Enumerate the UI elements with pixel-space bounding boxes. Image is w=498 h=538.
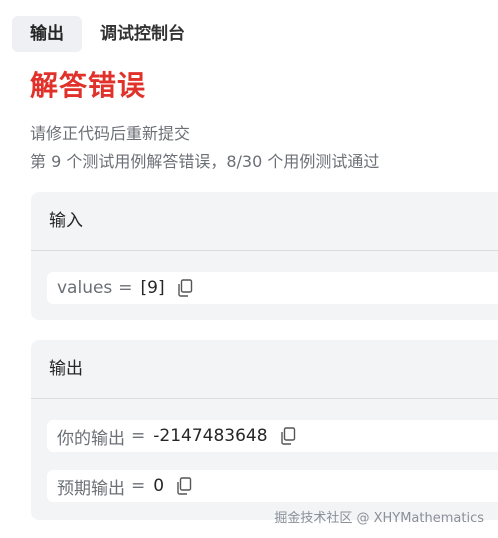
equals-sign: = <box>118 278 133 298</box>
result-status-title: 解答错误 <box>30 69 147 102</box>
field-value: 0 <box>153 476 165 496</box>
equals-sign: = <box>131 426 146 446</box>
result-tabs: 输出 调试控制台 <box>12 16 197 52</box>
your-output-field: 你的输出 = -2147483648 <box>47 420 498 452</box>
copy-icon[interactable] <box>176 477 192 495</box>
field-label: values <box>57 278 113 298</box>
copy-icon[interactable] <box>280 427 296 445</box>
input-field-values: values = [9] <box>47 272 498 304</box>
input-panel-header: 输入 <box>31 192 498 251</box>
testcase-summary: 第 9 个测试用例解答错误，8/30 个用例测试通过 <box>30 152 380 171</box>
field-label: 预期输出 <box>57 478 125 499</box>
tab-debug-console[interactable]: 调试控制台 <box>88 16 197 52</box>
equals-sign: = <box>131 476 146 496</box>
input-panel: 输入 values = [9] <box>31 192 498 320</box>
output-panel-header: 输出 <box>31 340 498 399</box>
expected-output-field: 预期输出 = 0 <box>47 470 498 502</box>
field-value: -2147483648 <box>153 426 268 446</box>
fix-hint: 请修正代码后重新提交 <box>30 124 191 143</box>
copy-icon[interactable] <box>177 279 193 297</box>
field-value: [9] <box>140 278 165 298</box>
watermark: 掘金技术社区 @ XHYMathematics <box>274 511 484 526</box>
output-panel: 输出 你的输出 = -2147483648 预期输出 = 0 <box>31 340 498 520</box>
tab-output[interactable]: 输出 <box>12 16 82 52</box>
field-label: 你的输出 <box>57 428 125 449</box>
